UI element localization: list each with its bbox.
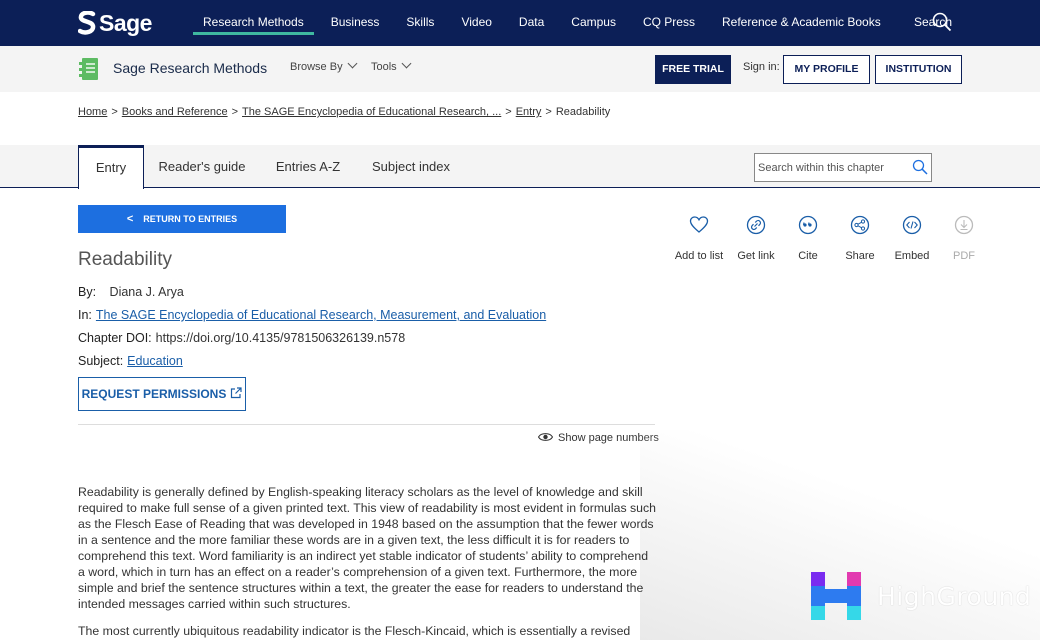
request-permissions-label: REQUEST PERMISSIONS	[81, 387, 227, 401]
nav-data[interactable]: Data	[509, 0, 554, 46]
tab-entry[interactable]: Entry	[78, 145, 144, 189]
breadcrumb-entry[interactable]: Entry	[516, 106, 542, 118]
cite-button[interactable]: Cite	[780, 215, 836, 262]
add-to-list-label: Add to list	[674, 250, 724, 262]
get-link-button[interactable]: Get link	[728, 215, 784, 262]
highground-brand: HighGround	[877, 582, 1032, 611]
product-name[interactable]: Sage Research Methods	[113, 60, 267, 76]
in-label: In:	[78, 308, 92, 322]
brand-name: Sage	[99, 9, 152, 36]
tools-menu[interactable]: Tools	[371, 58, 412, 73]
breadcrumb-current: Readability	[555, 106, 611, 118]
tab-readers-guide[interactable]: Reader's guide	[152, 145, 252, 188]
author-row: By: Diana J. Arya	[78, 285, 184, 299]
doi-row: Chapter DOI: https://doi.org/10.4135/9781…	[78, 331, 405, 345]
search-icon[interactable]	[912, 159, 928, 175]
breadcrumb-home[interactable]: Home	[78, 106, 107, 118]
book-stack-icon[interactable]	[78, 57, 102, 81]
share-label: Share	[845, 250, 875, 262]
institution-button[interactable]: INSTITUTION	[875, 55, 962, 84]
encyclopedia-link[interactable]: The SAGE Encyclopedia of Educational Res…	[96, 308, 546, 322]
add-to-list-button[interactable]: Add to list	[671, 215, 727, 262]
nav-skills[interactable]: Skills	[396, 0, 444, 46]
nav-campus[interactable]: Campus	[561, 0, 626, 46]
embed-code-icon	[902, 215, 922, 235]
cite-label: Cite	[798, 250, 818, 262]
chevron-down-icon	[347, 58, 358, 69]
download-icon	[954, 215, 974, 235]
heart-icon	[689, 216, 709, 233]
doi-label: Chapter DOI:	[78, 331, 152, 345]
subject-row: Subject: Education	[78, 354, 183, 368]
quote-icon	[798, 215, 818, 235]
by-label: By:	[78, 285, 97, 299]
chevron-left-icon: <	[126, 213, 134, 225]
pdf-label: PDF	[953, 250, 975, 262]
subject-link[interactable]: Education	[127, 354, 183, 368]
entry-paragraph: The most currently ubiquitous readabilit…	[78, 624, 631, 638]
breadcrumb: Home > Books and Reference > The SAGE Encycl…	[78, 106, 611, 118]
content-divider	[78, 424, 655, 425]
nav-video[interactable]: Video	[451, 0, 501, 46]
breadcrumb-encyclopedia[interactable]: The SAGE Encyclopedia of Educational Res…	[242, 106, 501, 118]
subject-label: Subject:	[78, 354, 124, 368]
entry-paragraph: Readability is generally defined by Engl…	[78, 485, 657, 611]
tab-subject-index[interactable]: Subject index	[366, 145, 456, 188]
tools-label: Tools	[371, 61, 397, 73]
nav-cq-press[interactable]: CQ Press	[633, 0, 705, 46]
request-permissions-button[interactable]: REQUEST PERMISSIONS	[78, 377, 246, 411]
share-button[interactable]: Share	[832, 215, 888, 262]
sage-s-icon	[78, 11, 96, 35]
chapter-search-input[interactable]	[754, 153, 932, 182]
doi-value: https://doi.org/10.4135/9781506326139.n5…	[155, 331, 406, 345]
my-profile-button[interactable]: MY PROFILE	[783, 55, 870, 84]
free-trial-button[interactable]: FREE TRIAL	[655, 55, 731, 84]
external-link-icon	[231, 387, 242, 399]
pdf-button: PDF	[936, 215, 992, 262]
browse-by-label: Browse By	[290, 61, 343, 73]
breadcrumb-books[interactable]: Books and Reference	[122, 106, 228, 118]
nav-business[interactable]: Business	[321, 0, 390, 46]
browse-by-menu[interactable]: Browse By	[290, 58, 358, 73]
highground-logo-icon	[811, 572, 861, 620]
top-nav: Sage Research Methods Business Skills Vi…	[0, 0, 1040, 46]
link-icon	[746, 215, 766, 235]
chevron-down-icon	[401, 58, 412, 69]
author-name: Diana J. Arya	[109, 285, 184, 299]
get-link-label: Get link	[737, 250, 775, 262]
return-label: RETURN TO ENTRIES	[143, 214, 238, 224]
nav-reference-books[interactable]: Reference & Academic Books	[712, 0, 891, 46]
chapter-tabs: Entry Reader's guide Entries A-Z Subject…	[0, 145, 1040, 189]
embed-button[interactable]: Embed	[884, 215, 940, 262]
search-icon[interactable]	[932, 12, 952, 32]
eye-icon	[538, 433, 553, 441]
share-icon	[850, 215, 870, 235]
in-row: In: The SAGE Encyclopedia of Educational …	[78, 308, 546, 322]
sage-logo[interactable]: Sage	[78, 10, 152, 36]
main-nav-links: Research Methods Business Skills Video D…	[193, 0, 898, 46]
return-to-entries-button[interactable]: < RETURN TO ENTRIES	[78, 205, 286, 233]
embed-label: Embed	[894, 250, 930, 262]
tab-entries-az[interactable]: Entries A-Z	[268, 145, 348, 188]
entry-title: Readability	[78, 249, 172, 270]
product-bar: Sage Research Methods Browse By Tools FR…	[0, 46, 1040, 92]
nav-research-methods[interactable]: Research Methods	[193, 0, 314, 46]
sign-in-label: Sign in:	[743, 61, 780, 73]
